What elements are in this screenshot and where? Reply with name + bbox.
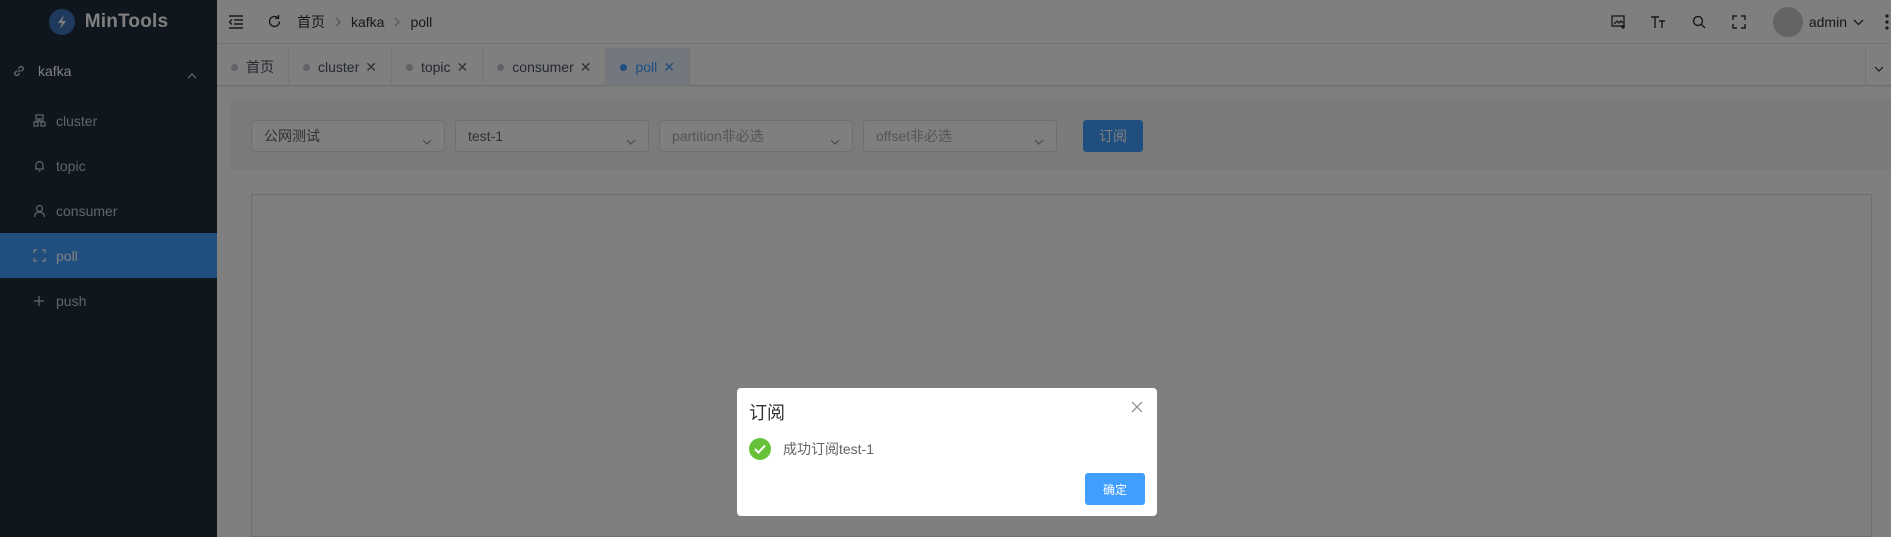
dialog-title: 订阅 bbox=[749, 403, 785, 423]
confirm-button[interactable]: 确定 bbox=[1085, 473, 1145, 505]
subscribe-result-dialog: 订阅 成功订阅test-1 确定 bbox=[737, 388, 1157, 516]
dialog-message: 成功订阅test-1 bbox=[749, 438, 874, 460]
dialog-message-text: 成功订阅test-1 bbox=[783, 441, 875, 457]
success-check-icon bbox=[749, 438, 771, 460]
close-icon[interactable] bbox=[1131, 400, 1143, 416]
